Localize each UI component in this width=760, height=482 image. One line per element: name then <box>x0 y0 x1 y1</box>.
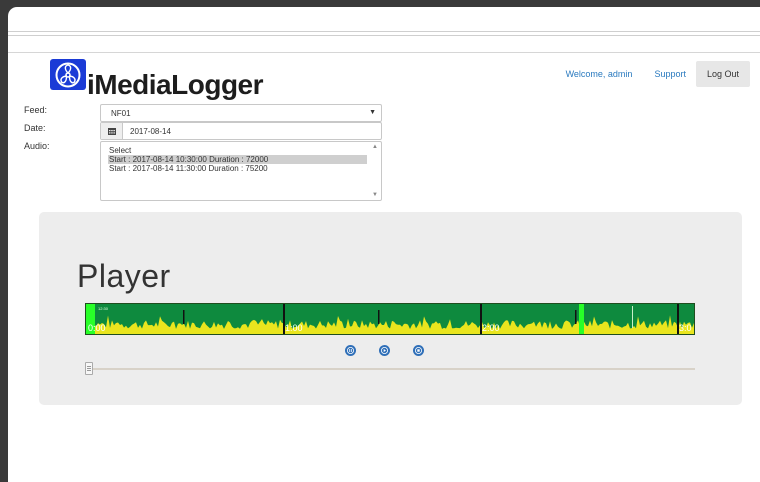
player-title: Player <box>77 258 171 294</box>
top-nav: Welcome, admin Support Log Out <box>566 61 750 87</box>
time-label: 3:0 <box>679 323 692 333</box>
pause-icon <box>347 347 354 354</box>
feed-value: NF01 <box>111 109 131 118</box>
tick-mark <box>575 310 577 324</box>
calendar-icon[interactable] <box>101 123 123 139</box>
support-link[interactable]: Support <box>654 69 686 79</box>
divider <box>8 31 760 32</box>
player-panel: Player 0:00 1:00 2:00 3:0 12:30 <box>39 212 742 405</box>
time-label: 1:00 <box>285 323 303 333</box>
waveform-graphic: 0:00 1:00 2:00 3:0 12:30 <box>86 304 694 334</box>
audio-option[interactable]: Start : 2017-08-14 10:30:00 Duration : 7… <box>108 155 367 164</box>
pause-button[interactable] <box>345 345 356 356</box>
date-label: Date: <box>24 123 46 133</box>
seek-handle[interactable] <box>85 362 93 375</box>
propeller-icon <box>50 59 86 90</box>
feed-select[interactable]: NF01 ▼ <box>100 104 382 122</box>
date-input[interactable]: 2017-08-14 <box>100 122 382 140</box>
audio-label: Audio: <box>24 141 50 151</box>
audio-listbox[interactable]: Select Start : 2017-08-14 10:30:00 Durat… <box>100 141 382 201</box>
feed-label: Feed: <box>24 105 48 115</box>
divider <box>8 35 760 36</box>
time-label: 0:00 <box>88 323 106 333</box>
marker-label: 12:30 <box>98 306 109 311</box>
stop-button[interactable] <box>413 345 424 356</box>
caret-down-icon: ▼ <box>369 109 376 116</box>
stop-icon <box>415 347 422 354</box>
divider <box>8 52 760 53</box>
seek-slider[interactable] <box>85 362 695 375</box>
scroll-up-icon[interactable]: ▲ <box>372 144 378 150</box>
audio-option-select[interactable]: Select <box>108 146 367 155</box>
date-value: 2017-08-14 <box>130 126 171 136</box>
player-controls <box>39 345 742 357</box>
grip-icon <box>87 366 91 371</box>
selection-marker <box>579 304 584 334</box>
play-button[interactable] <box>379 345 390 356</box>
scroll-down-icon[interactable]: ▼ <box>372 192 378 198</box>
browser-frame: iMediaLogger Welcome, admin Support Log … <box>8 7 760 482</box>
time-label: 2:00 <box>482 323 500 333</box>
waveform[interactable]: 0:00 1:00 2:00 3:0 12:30 <box>85 303 695 335</box>
welcome-link[interactable]: Welcome, admin <box>566 69 633 79</box>
brand-name: iMediaLogger <box>87 69 264 100</box>
brand-logo[interactable]: iMediaLogger <box>50 59 264 100</box>
play-icon <box>381 347 388 354</box>
tick-mark <box>183 310 185 324</box>
logout-button[interactable]: Log Out <box>695 61 750 87</box>
tick-mark <box>378 310 380 324</box>
audio-option[interactable]: Start : 2017-08-14 11:30:00 Duration : 7… <box>108 164 367 173</box>
tick-mark <box>632 306 633 328</box>
